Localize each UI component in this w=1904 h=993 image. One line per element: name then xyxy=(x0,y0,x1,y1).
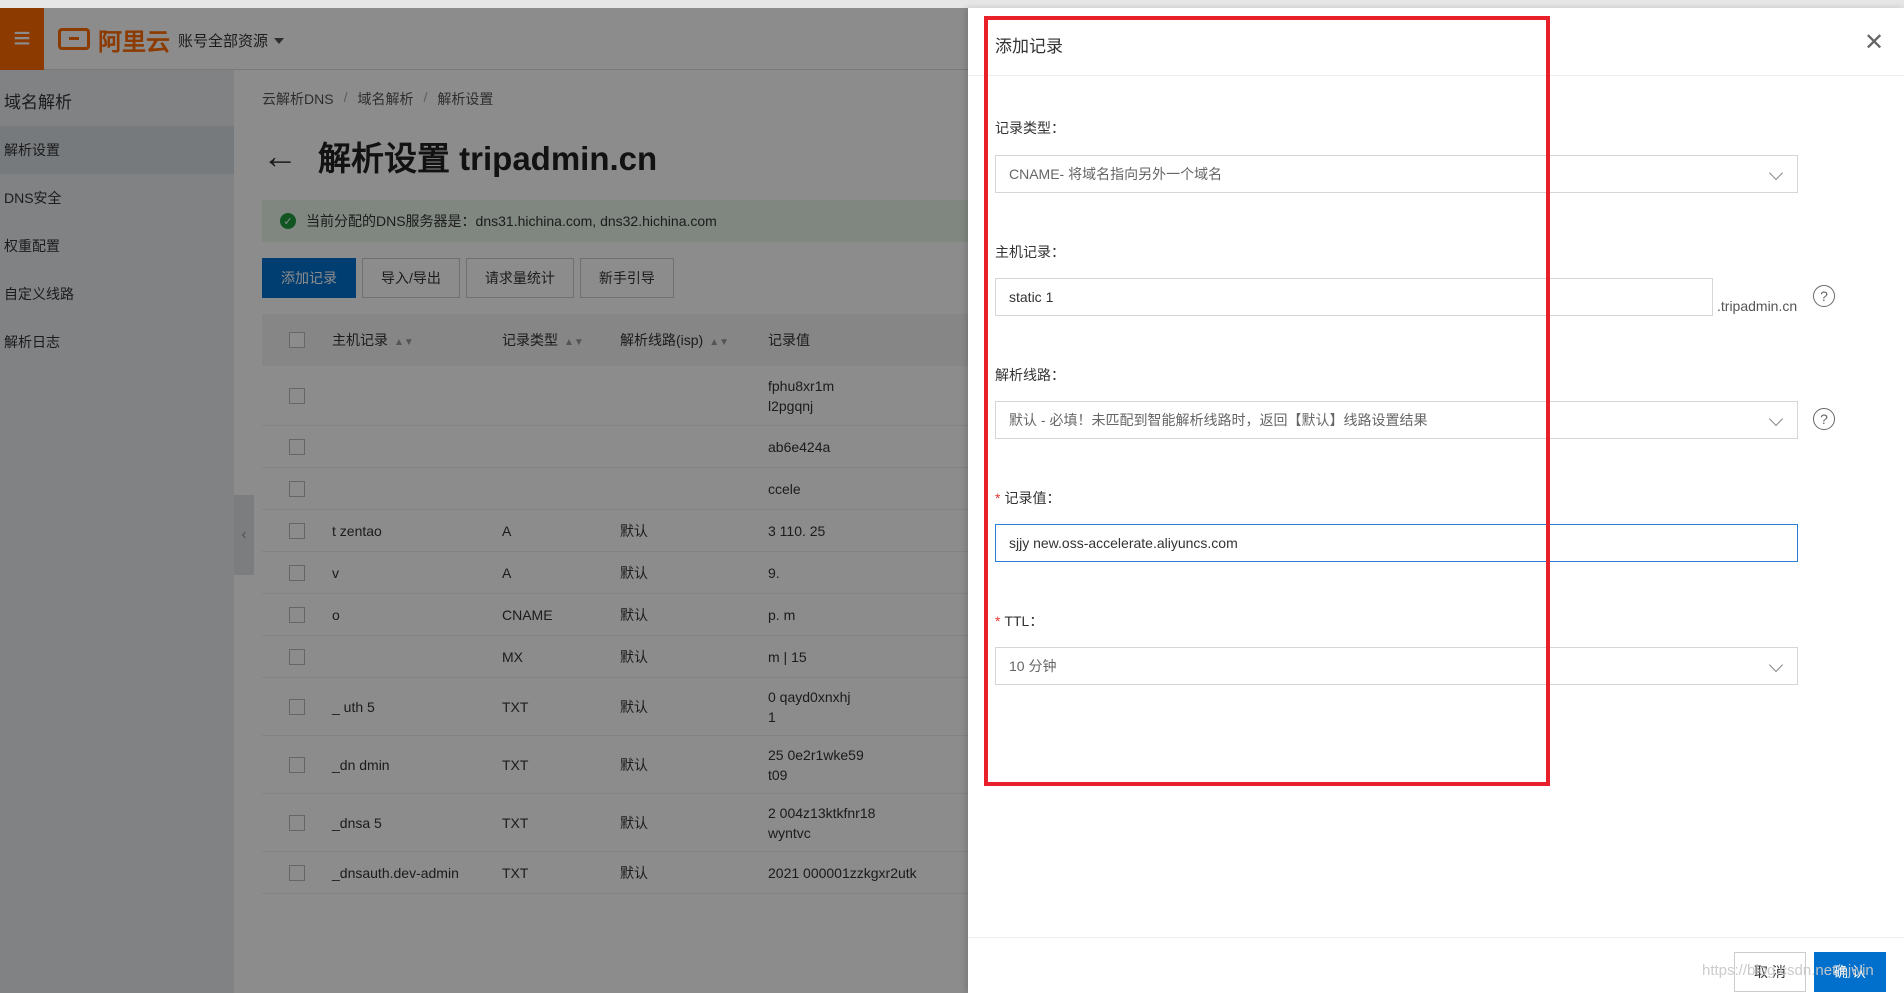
ttl-label-text: TTL： xyxy=(1004,613,1044,629)
resolve-line-select[interactable]: 默认 - 必填！未匹配到智能解析线路时，返回【默认】线路设置结果 xyxy=(995,401,1798,439)
ttl-label: * TTL： xyxy=(995,611,1043,631)
screen: ≡ 阿里云 账号全部资源 域名解析 解析设置 DNS安全 权重配置 自定义线路 … xyxy=(0,0,1904,993)
help-icon[interactable]: ? xyxy=(1813,408,1835,430)
chevron-down-icon xyxy=(1768,165,1784,181)
host-record-input[interactable] xyxy=(995,278,1713,316)
drawer-title: 添加记录 xyxy=(995,37,1063,56)
watermark: https://blog.csdn.net/sjwin xyxy=(1702,962,1874,979)
record-value-label-text: 记录值： xyxy=(1004,490,1061,506)
host-record-label: 主机记录： xyxy=(995,244,1065,260)
modal-mask[interactable] xyxy=(0,8,970,993)
record-type-select[interactable]: CNAME- 将域名指向另外一个域名 xyxy=(995,155,1798,193)
record-value-input[interactable] xyxy=(995,524,1798,562)
ttl-select[interactable]: 10 分钟 xyxy=(995,647,1798,685)
chevron-down-icon xyxy=(1768,657,1784,673)
close-icon[interactable]: ✕ xyxy=(1864,28,1884,57)
host-suffix: .tripadmin.cn xyxy=(1717,298,1798,314)
ttl-value: 10 分钟 xyxy=(1009,658,1057,674)
required-mark: * xyxy=(995,490,1001,506)
record-type-value: CNAME- 将域名指向另外一个域名 xyxy=(1009,166,1223,182)
required-mark: * xyxy=(995,613,1001,629)
record-value-label: * 记录值： xyxy=(995,488,1060,508)
resolve-line-value: 默认 - 必填！未匹配到智能解析线路时，返回【默认】线路设置结果 xyxy=(1009,412,1428,428)
help-icon[interactable]: ? xyxy=(1813,285,1835,307)
record-type-label: 记录类型： xyxy=(995,120,1065,136)
add-record-drawer: 添加记录 ✕ 记录类型： CNAME- 将域名指向另外一个域名 主机记录： .t… xyxy=(968,8,1904,993)
resolve-line-label: 解析线路： xyxy=(995,367,1065,383)
top-gray-strip xyxy=(0,0,1904,8)
chevron-down-icon xyxy=(1768,411,1784,427)
drawer-header: 添加记录 ✕ xyxy=(968,8,1904,76)
